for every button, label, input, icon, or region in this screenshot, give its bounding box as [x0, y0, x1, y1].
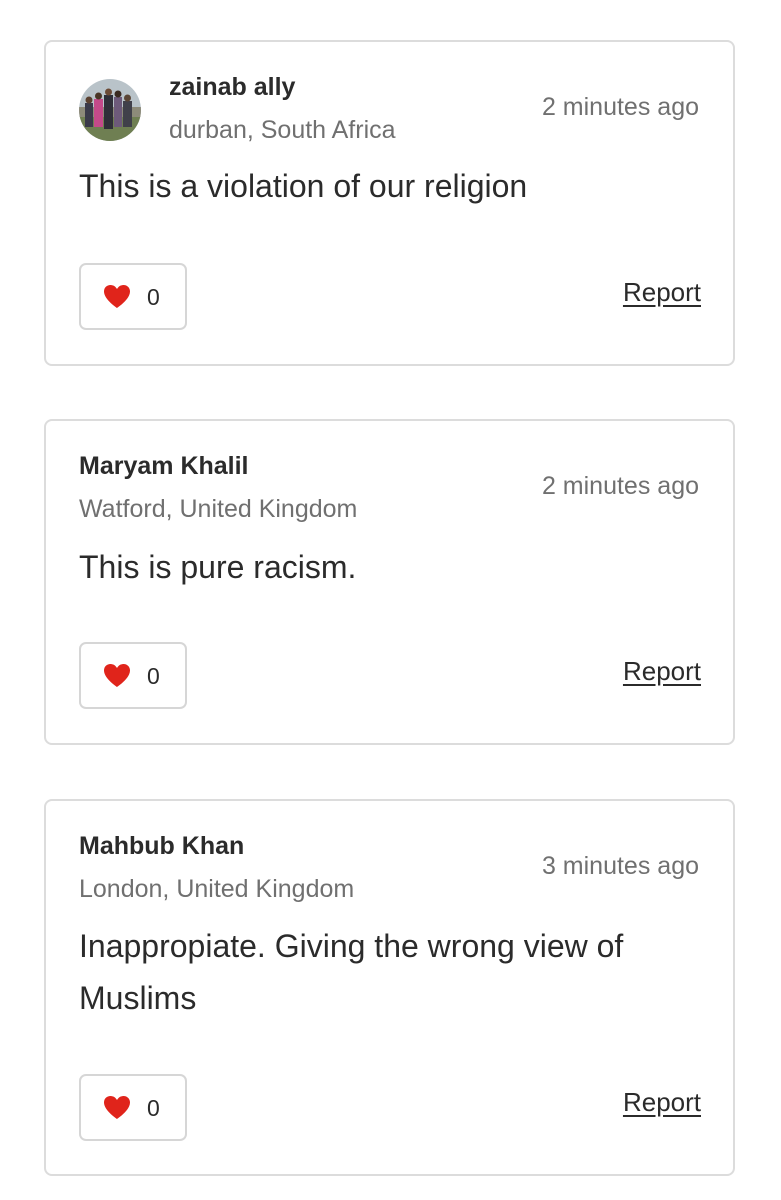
comment-timestamp: 2 minutes ago — [541, 472, 699, 500]
comment-timestamp: 2 minutes ago — [541, 93, 699, 121]
author-name: Mahbub Khan — [79, 832, 245, 860]
author-name: zainab ally — [169, 73, 296, 101]
like-count: 0 — [147, 283, 160, 310]
like-count: 0 — [147, 1094, 160, 1121]
like-button[interactable]: 0 — [79, 1074, 187, 1141]
comment-text: Inappropiate. Giving the wrong view of M… — [79, 928, 624, 1016]
heart-icon — [104, 1096, 130, 1119]
heart-icon — [104, 664, 130, 687]
author-name: Maryam Khalil — [79, 452, 249, 480]
comment-text: This is a violation of our religion — [79, 168, 528, 204]
comment-timestamp: 3 minutes ago — [541, 852, 699, 880]
comment-card: zainab ally durban, South Africa 2 minut… — [44, 40, 735, 366]
avatar-photo — [79, 79, 141, 141]
author-location: Watford, United Kingdom — [79, 495, 358, 523]
comment-text: This is pure racism. — [79, 549, 357, 585]
comment-card: Maryam Khalil Watford, United Kingdom 2 … — [44, 419, 735, 745]
like-count: 0 — [147, 662, 160, 689]
avatar[interactable] — [79, 79, 141, 141]
comment-card: Mahbub Khan London, United Kingdom 3 min… — [44, 799, 735, 1176]
author-location: durban, South Africa — [169, 116, 396, 144]
report-link[interactable]: Report — [623, 1087, 701, 1117]
heart-icon — [104, 285, 130, 308]
report-link[interactable]: Report — [623, 277, 701, 307]
like-button[interactable]: 0 — [79, 642, 187, 709]
author-location: London, United Kingdom — [79, 875, 355, 903]
report-link[interactable]: Report — [623, 656, 701, 686]
like-button[interactable]: 0 — [79, 263, 187, 330]
